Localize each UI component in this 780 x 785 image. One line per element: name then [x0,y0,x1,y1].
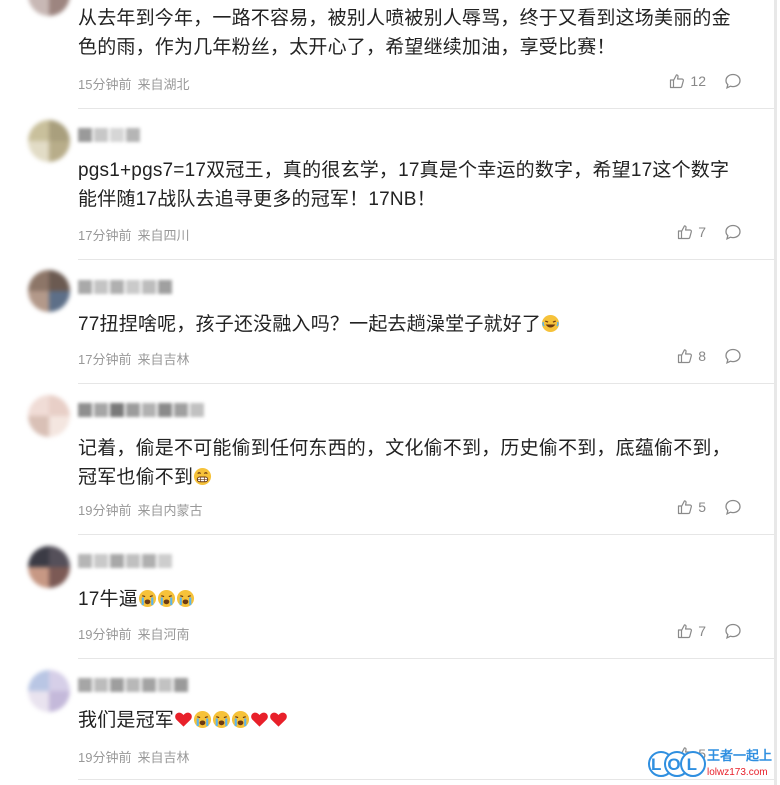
comment-location: 来自四川 [137,228,190,243]
username-blurred[interactable] [78,280,172,296]
divider [78,108,774,109]
like-count: 8 [698,348,706,364]
comment-location: 来自吉林 [137,750,190,765]
comment-text-content: 77扭捏啥呢，孩子还没融入吗？一起去趟澡堂子就好了 [78,314,542,335]
crying-emoji-icon [157,589,175,608]
comment-location: 来自河南 [137,627,190,642]
avatar[interactable] [28,270,70,312]
divider [78,259,774,260]
comment-meta: 17分钟前 来自四川 [78,225,189,244]
comment-text: pgs1+pgs7=17双冠王，真的很玄学，17真是个幸运的数字，希望17这个数… [78,160,730,210]
comment-location: 来自湖北 [137,77,190,92]
comment-meta: 19分钟前 来自内蒙古 [78,500,202,519]
comment-location: 来自吉林 [137,352,190,367]
thumbs-up-icon [678,349,693,364]
site-watermark: LOL 王者一起上 lolwz173.com [648,748,772,778]
comment-meta: 19分钟前 来自河南 [78,624,189,643]
watermark-slogan: 王者一起上 [707,748,772,764]
reply-icon[interactable] [724,223,742,241]
reply-icon[interactable] [724,498,742,516]
username-blurred[interactable] [78,128,140,144]
comment-time: 17分钟前 [78,352,132,367]
thumbs-up-icon [670,74,685,89]
reply-icon[interactable] [724,622,742,640]
comment-time: 19分钟前 [78,750,132,765]
comment-feed: 从去年到今年，一路不容易，被别人喷被别人辱骂，终于又看到这场美丽的金色的雨，作为… [0,0,777,785]
like-button[interactable]: 12 [669,73,706,89]
thumbs-up-icon [678,624,693,639]
heart-icon [175,712,192,727]
avatar[interactable] [28,395,70,437]
username-blurred[interactable] [78,403,204,419]
comment-location: 来自内蒙古 [137,503,203,518]
thumbs-up-icon [678,225,693,240]
comment-text: 77扭捏啥呢，孩子还没融入吗？一起去趟澡堂子就好了 [78,310,748,339]
comment-text: 17牛逼 [78,585,748,614]
comment-meta: 17分钟前 来自吉林 [78,349,189,368]
heart-icon [270,712,287,727]
avatar[interactable] [28,0,70,16]
watermark-brand: LOL [651,755,703,774]
comment-text-content: 记着，偷是不可能偷到任何东西的，文化偷不到，历史偷不到，底蕴偷不到，冠军也偷不到 [78,438,731,488]
comment-text-content: 17牛逼 [78,589,138,610]
grinning-emoji-icon [194,467,212,486]
comment-text: 从去年到今年，一路不容易，被别人喷被别人辱骂，终于又看到这场美丽的金色的雨，作为… [78,8,731,58]
like-count: 7 [698,224,706,240]
like-button[interactable]: 7 [677,224,706,240]
watermark-url: lolwz173.com [707,767,768,778]
heart-icon [251,712,268,727]
username-blurred[interactable] [78,554,172,570]
crying-emoji-icon [193,710,212,729]
avatar[interactable] [28,670,70,712]
avatar[interactable] [28,546,70,588]
comment-time: 17分钟前 [78,228,132,243]
username-blurred[interactable] [78,678,188,694]
comment-text: 我们是冠军 [78,706,748,735]
comment-text: 记着，偷是不可能偷到任何东西的，文化偷不到，历史偷不到，底蕴偷不到，冠军也偷不到 [78,434,748,492]
crying-emoji-icon [212,710,231,729]
like-button[interactable]: 5 [677,499,706,515]
comment-time: 15分钟前 [78,77,132,92]
divider [78,534,774,535]
comment-meta: 15分钟前 来自湖北 [78,74,189,93]
like-count: 5 [698,499,706,515]
like-count: 12 [690,73,706,89]
comment-text-content: 我们是冠军 [78,710,175,731]
crying-emoji-icon [138,589,156,608]
reply-icon[interactable] [724,347,742,365]
comment-meta: 19分钟前 来自吉林 [78,747,189,766]
comment-time: 19分钟前 [78,627,132,642]
like-count: 7 [698,623,706,639]
like-button[interactable]: 8 [677,348,706,364]
divider [78,658,774,659]
laughing-emoji-icon [542,314,560,333]
divider [78,383,774,384]
like-button[interactable]: 7 [677,623,706,639]
crying-emoji-icon [231,710,250,729]
reply-icon[interactable] [724,72,742,90]
avatar[interactable] [28,120,70,162]
comment-time: 19分钟前 [78,503,132,518]
thumbs-up-icon [678,500,693,515]
crying-emoji-icon [176,589,194,608]
